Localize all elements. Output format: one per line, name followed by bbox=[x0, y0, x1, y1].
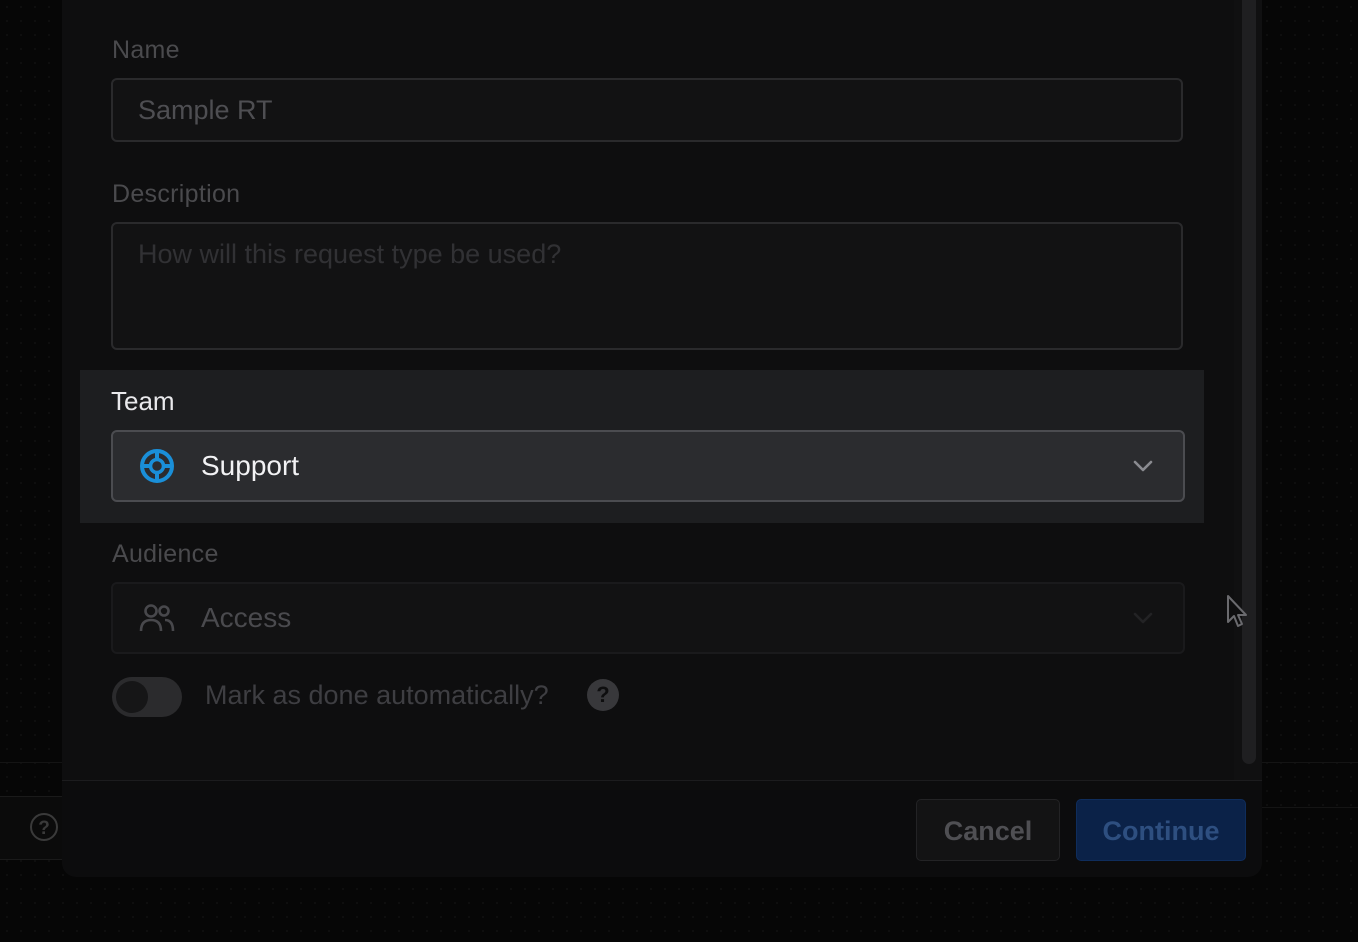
auto-done-label: Mark as done automatically? bbox=[205, 680, 549, 710]
modal-body: Name Sample RT Description How will this… bbox=[62, 0, 1235, 780]
background-help-button: ? bbox=[0, 796, 71, 860]
description-label: Description bbox=[112, 180, 241, 208]
description-textarea[interactable]: How will this request type be used? bbox=[111, 222, 1183, 350]
users-icon bbox=[139, 604, 175, 632]
modal-scrollbar[interactable] bbox=[1234, 0, 1262, 780]
question-mark-icon[interactable]: ? bbox=[587, 679, 619, 711]
team-label: Team bbox=[111, 386, 175, 416]
description-placeholder: How will this request type be used? bbox=[138, 239, 562, 269]
help-circle-icon: ? bbox=[30, 813, 58, 841]
name-input[interactable]: Sample RT bbox=[111, 78, 1183, 142]
background-divider-right bbox=[1262, 807, 1358, 808]
name-input-value: Sample RT bbox=[138, 95, 273, 125]
audience-label: Audience bbox=[112, 540, 219, 568]
team-field-highlight: Team Support bbox=[80, 370, 1204, 523]
create-request-type-modal: Name Sample RT Description How will this… bbox=[62, 0, 1262, 877]
chevron-down-icon bbox=[1133, 612, 1153, 624]
audience-select[interactable]: Access bbox=[111, 582, 1185, 654]
cancel-button[interactable]: Cancel bbox=[916, 799, 1060, 861]
auto-done-toggle[interactable] bbox=[112, 677, 182, 717]
team-select-value: Support bbox=[201, 450, 300, 481]
continue-button[interactable]: Continue bbox=[1076, 799, 1246, 861]
audience-select-value: Access bbox=[201, 602, 292, 633]
modal-footer: Cancel Continue bbox=[62, 780, 1262, 877]
scrollbar-thumb[interactable] bbox=[1242, 0, 1256, 764]
chevron-down-icon bbox=[1133, 460, 1153, 472]
team-select[interactable]: Support bbox=[111, 430, 1185, 502]
mouse-cursor-icon bbox=[1227, 595, 1247, 627]
name-label: Name bbox=[112, 36, 180, 64]
toggle-knob bbox=[116, 681, 148, 713]
lifebuoy-icon bbox=[140, 449, 174, 483]
